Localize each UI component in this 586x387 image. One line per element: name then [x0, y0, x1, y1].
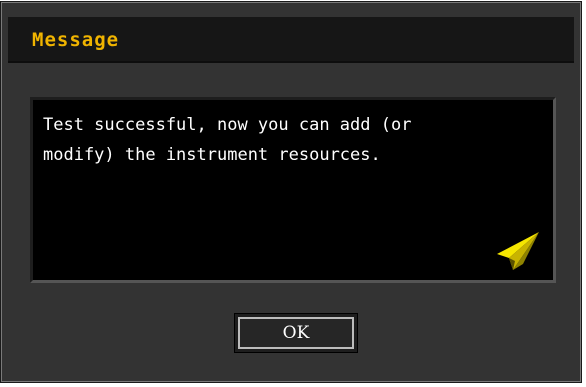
title-bar: Message [8, 17, 574, 63]
ok-button[interactable]: OK [234, 313, 358, 353]
ok-button-label: OK [238, 317, 354, 349]
dialog-title: Message [32, 29, 120, 51]
message-text: Test successful, now you can add (or mod… [43, 115, 412, 165]
message-dialog: Message Test successful, now you can add… [0, 1, 582, 383]
message-area: Test successful, now you can add (or mod… [30, 97, 556, 283]
paper-plane-icon [497, 232, 539, 270]
